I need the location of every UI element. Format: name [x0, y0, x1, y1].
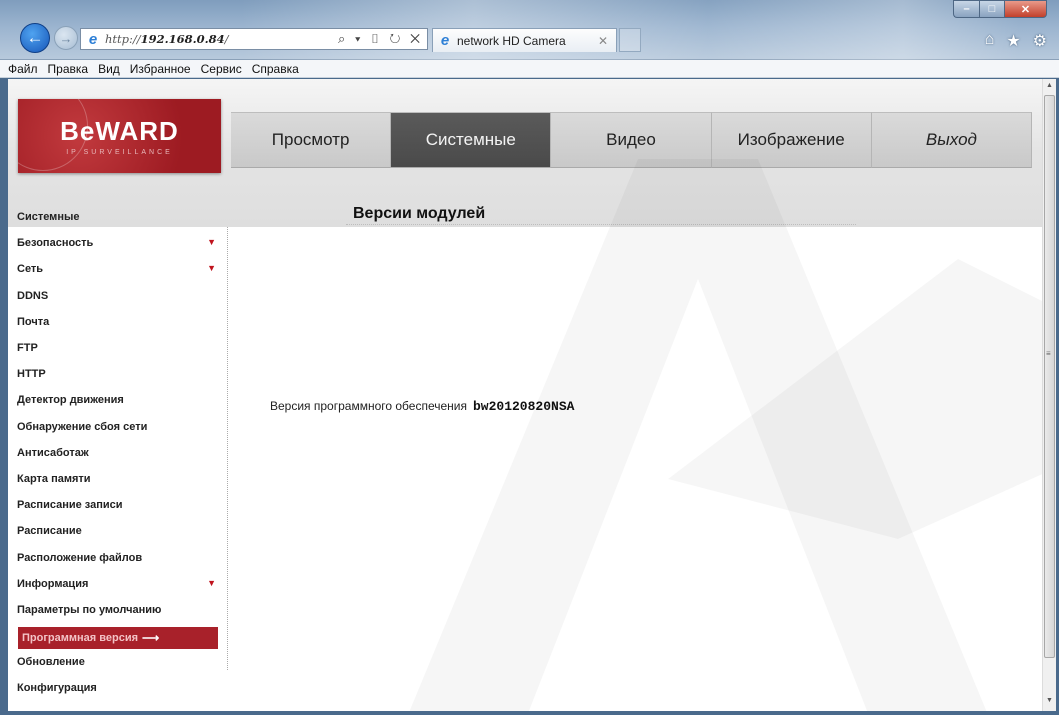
back-arrow-icon[interactable]: ←: [20, 23, 50, 53]
ie-tab-icon: e: [440, 32, 450, 49]
scroll-up-icon[interactable]: ▲: [1046, 82, 1053, 89]
sidebar-item-system[interactable]: Системные: [8, 204, 230, 230]
sidebar-item-label: DDNS: [17, 289, 49, 302]
top-navigation: Просмотр Системные Видео Изображение Вых…: [231, 112, 1033, 168]
menu-tools[interactable]: Сервис: [196, 62, 247, 76]
sidebar-item-http[interactable]: HTTP: [8, 361, 230, 387]
minimize-icon[interactable]: –: [953, 0, 979, 18]
sidebar-item-defaults[interactable]: Параметры по умолчанию: [8, 597, 230, 623]
page-viewport: BeWARD IP SURVEILLANCE Просмотр Системны…: [8, 79, 1042, 711]
sidebar-item-label: Расписание: [17, 525, 82, 538]
sidebar-item-configuration[interactable]: Конфигурация: [8, 675, 230, 701]
logo-globe-icon: [18, 99, 88, 171]
sidebar-item-motion-detector[interactable]: Детектор движения: [8, 387, 230, 413]
sidebar-item-label: Обновление: [17, 656, 85, 669]
sidebar-item-label: Информация: [17, 577, 89, 590]
tab-close-icon[interactable]: ✕: [598, 34, 608, 48]
address-tools-icon[interactable]: ⌕ ▾ ▯ ↻ ✕: [338, 31, 423, 47]
sidebar-item-label: FTP: [17, 342, 38, 355]
right-arrow-icon: ⟶: [142, 631, 160, 645]
scrollbar-thumb[interactable]: [1044, 95, 1055, 658]
firmware-version-label: Версия программного обеспечения: [270, 399, 467, 413]
sidebar-item-label: Системные: [17, 211, 80, 224]
sidebar-item-label: Программная версия: [22, 632, 139, 644]
window-controls: – □ ✕: [953, 0, 1047, 18]
sidebar-item-label: Конфигурация: [17, 682, 97, 695]
sidebar-item-memory-card[interactable]: Карта памяти: [8, 466, 230, 492]
logo-subtitle: IP SURVEILLANCE: [66, 149, 173, 156]
sidebar-item-label: Карта памяти: [17, 472, 91, 485]
sidebar-item-label: HTTP: [17, 368, 46, 381]
home-icon[interactable]: ⌂: [985, 31, 995, 51]
sidebar-item-update[interactable]: Обновление: [8, 649, 230, 675]
sidebar-item-record-schedule[interactable]: Расписание записи: [8, 492, 230, 518]
browser-tools: ⌂ ★ ⚙: [985, 31, 1047, 51]
sidebar-item-label: Почта: [17, 315, 50, 328]
sidebar-item-antisabotage[interactable]: Антисаботаж: [8, 440, 230, 466]
address-bar[interactable]: e http://192.168.0.84/ ⌕ ▾ ▯ ↻ ✕: [80, 28, 428, 50]
maximize-icon[interactable]: □: [979, 0, 1004, 18]
expand-triangle-icon[interactable]: ▼: [207, 578, 216, 588]
new-tab-button[interactable]: [619, 28, 641, 52]
address-url[interactable]: http://192.168.0.84/: [105, 32, 229, 46]
sidebar-item-label: Обнаружение сбоя сети: [17, 420, 148, 433]
tab-title: network HD Camera: [457, 33, 566, 48]
firmware-version-value: bw20120820NSA: [473, 399, 575, 414]
menu-help[interactable]: Справка: [247, 62, 304, 76]
sidebar-item-label: Расположение файлов: [17, 551, 143, 564]
menu-favorites[interactable]: Избранное: [125, 62, 196, 76]
vertical-scrollbar[interactable]: ▲ ≡ ▼: [1042, 79, 1056, 711]
expand-triangle-icon[interactable]: ▼: [207, 237, 216, 247]
nav-tab-image[interactable]: Изображение: [711, 112, 872, 168]
menu-view[interactable]: Вид: [93, 62, 125, 76]
ie-page-icon: e: [88, 30, 98, 48]
firmware-version-row: Версия программного обеспечения bw2012082…: [270, 399, 574, 414]
sidebar-divider: [227, 227, 228, 670]
sidebar-item-information[interactable]: Информация ▼: [8, 571, 230, 597]
nav-tab-logout[interactable]: Выход: [871, 112, 1033, 168]
sidebar-item-file-location[interactable]: Расположение файлов: [8, 544, 230, 570]
nav-tab-video[interactable]: Видео: [551, 112, 712, 168]
gear-icon[interactable]: ⚙: [1033, 31, 1047, 51]
forward-arrow-icon[interactable]: →: [54, 26, 78, 50]
sidebar-menu: Системные Безопасность ▼ Сеть ▼ DDNS Почта…: [8, 204, 230, 701]
sidebar-item-security[interactable]: Безопасность ▼: [8, 230, 230, 256]
title-divider: [346, 224, 856, 225]
nav-tab-system[interactable]: Системные: [391, 112, 552, 168]
window-bottom-edge: [0, 711, 1059, 715]
sidebar-item-network-failure[interactable]: Обнаружение сбоя сети: [8, 414, 230, 440]
scroll-down-icon[interactable]: ▼: [1046, 697, 1053, 704]
page-title: Версии модулей: [353, 205, 486, 222]
sidebar-item-mail[interactable]: Почта: [8, 309, 230, 335]
beward-logo: BeWARD IP SURVEILLANCE: [18, 99, 221, 173]
scroll-grip-icon: ≡: [1046, 349, 1051, 358]
browser-tab[interactable]: e network HD Camera ✕: [432, 28, 617, 52]
sidebar-item-label: Расписание записи: [17, 499, 123, 512]
expand-triangle-icon[interactable]: ▼: [207, 263, 216, 273]
sidebar-item-ftp[interactable]: FTP: [8, 335, 230, 361]
sidebar-item-label: Детектор движения: [17, 394, 124, 407]
sidebar-item-label: Антисаботаж: [17, 446, 89, 459]
favorites-star-icon[interactable]: ★: [1006, 31, 1020, 51]
menu-file[interactable]: Файл: [3, 62, 43, 76]
sidebar-item-label: Параметры по умолчанию: [17, 603, 162, 616]
close-icon[interactable]: ✕: [1004, 0, 1047, 18]
sidebar-item-ddns[interactable]: DDNS: [8, 283, 230, 309]
menu-edit[interactable]: Правка: [43, 62, 94, 76]
sidebar-item-label: Сеть: [17, 263, 44, 276]
sidebar-item-network[interactable]: Сеть ▼: [8, 256, 230, 282]
sidebar-item-label: Безопасность: [17, 237, 94, 250]
nav-tab-view[interactable]: Просмотр: [231, 112, 392, 168]
menu-bar: Файл Правка Вид Избранное Сервис Справка: [0, 60, 1059, 78]
sidebar-item-firmware-version[interactable]: Программная версия ⟶: [18, 627, 218, 649]
sidebar-item-schedule[interactable]: Расписание: [8, 518, 230, 544]
